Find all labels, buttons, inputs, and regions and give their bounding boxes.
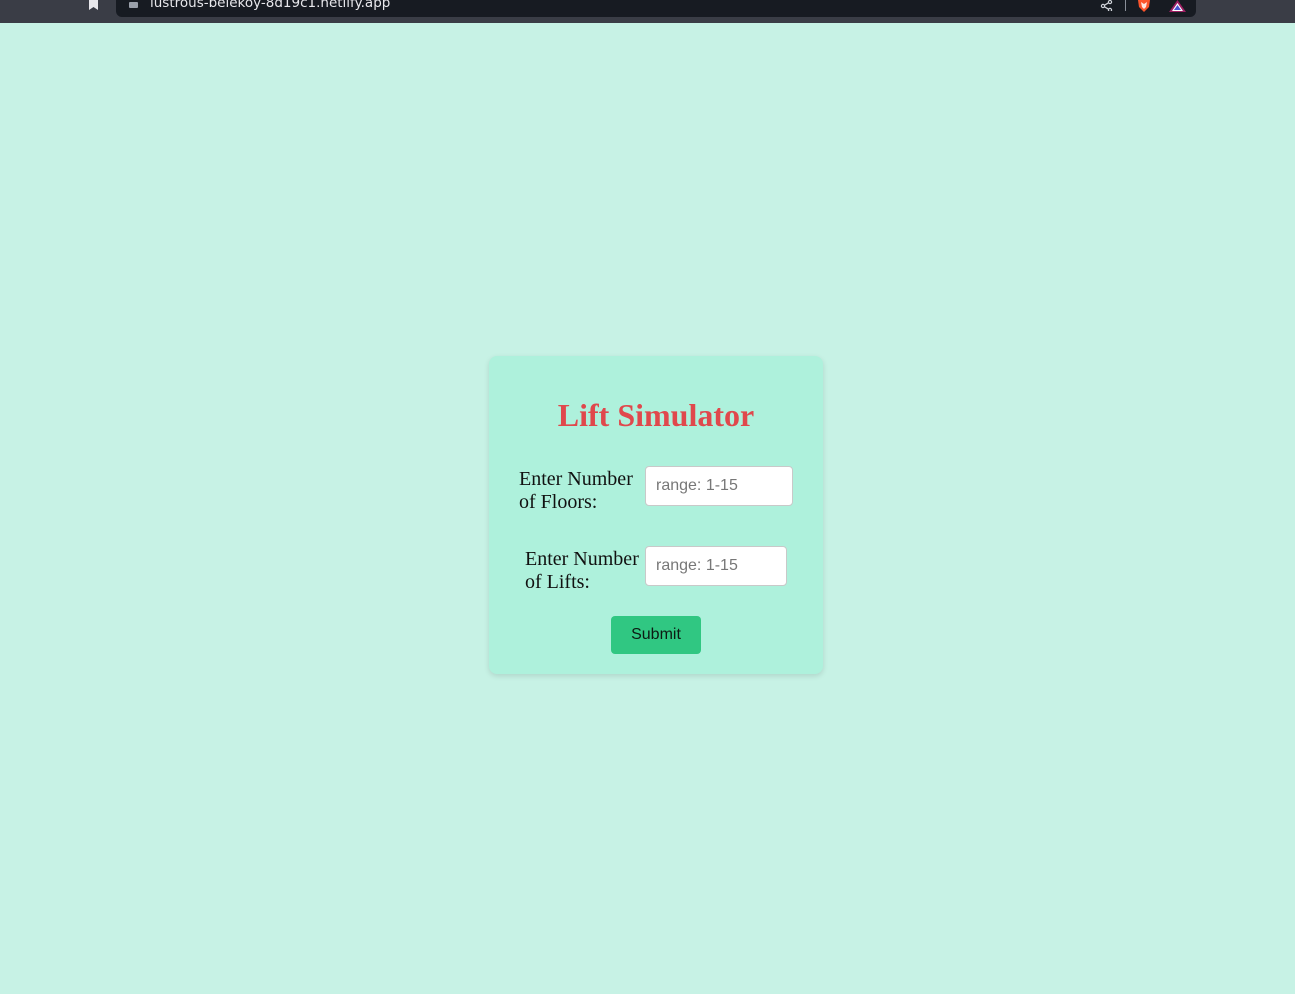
brave-shields-icon[interactable] (1136, 0, 1152, 12)
floors-input[interactable] (645, 466, 793, 506)
lifts-label: Enter Number of Lifts: (525, 548, 639, 593)
lifts-input[interactable] (645, 546, 787, 586)
submit-button[interactable]: Submit (611, 616, 701, 654)
bookmark-icon[interactable] (88, 0, 99, 10)
page-title: Lift Simulator (557, 397, 755, 433)
address-bar-url[interactable]: lustrous-belekoy-8d19c1.netlify.app (150, 0, 390, 12)
toolbar-divider (1125, 0, 1126, 11)
lock-icon (129, 2, 138, 8)
address-bar[interactable]: lustrous-belekoy-8d19c1.netlify.app (116, 0, 1196, 17)
lift-simulator-form: Lift Simulator Enter Number of Floors: E… (489, 356, 823, 674)
brave-rewards-icon[interactable] (1169, 0, 1186, 12)
share-icon[interactable] (1100, 0, 1113, 11)
browser-chrome: lustrous-belekoy-8d19c1.netlify.app (0, 0, 1295, 23)
floors-label: Enter Number of Floors: (519, 468, 633, 513)
